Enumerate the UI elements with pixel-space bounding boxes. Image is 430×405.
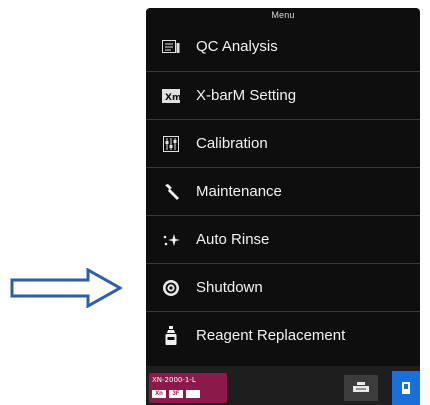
qc-analysis-icon <box>160 36 182 58</box>
menu-item-auto-rinse[interactable]: Auto Rinse <box>146 215 420 263</box>
calibration-icon <box>160 133 182 155</box>
status-chip-3f: 3F <box>169 390 183 398</box>
menu-item-label: X-barM Setting <box>196 87 297 104</box>
menu-item-label: Maintenance <box>196 183 282 200</box>
menu-item-label: QC Analysis <box>196 38 278 55</box>
reagent-bottle-icon <box>160 325 182 347</box>
menu-item-reagent-replacement[interactable]: Reagent Replacement <box>146 311 420 359</box>
printer-button[interactable] <box>344 375 378 401</box>
status-chip-xn: Xn <box>152 390 166 398</box>
power-icon <box>160 277 182 299</box>
menu-panel: Menu QC Analysis Xm X-barM Setting Calib… <box>146 8 420 366</box>
device-button[interactable] <box>392 371 420 405</box>
menu-item-calibration[interactable]: Calibration <box>146 119 420 167</box>
sparkle-icon <box>160 229 182 251</box>
pointer-arrow-icon <box>10 268 122 308</box>
device-icon <box>402 382 410 394</box>
analyzer-status-tile[interactable]: XN-2000-1-L Xn 3F <box>149 373 227 403</box>
wrench-icon <box>160 181 182 203</box>
menu-item-label: Shutdown <box>196 279 263 296</box>
svg-text:Xm: Xm <box>165 93 180 103</box>
xbarm-icon: Xm <box>160 85 182 107</box>
menu-item-label: Reagent Replacement <box>196 327 346 344</box>
printer-icon <box>353 382 369 392</box>
menu-item-qc-analysis[interactable]: QC Analysis <box>146 22 420 71</box>
menu-title: Menu <box>271 10 295 20</box>
status-chip-empty <box>186 390 200 398</box>
menu-item-maintenance[interactable]: Maintenance <box>146 167 420 215</box>
menu-item-label: Auto Rinse <box>196 231 270 248</box>
menu-item-xbarm-setting[interactable]: Xm X-barM Setting <box>146 71 420 119</box>
menu-item-label: Calibration <box>196 135 268 152</box>
menu-list: QC Analysis Xm X-barM Setting Calibratio… <box>146 22 420 359</box>
menu-item-shutdown[interactable]: Shutdown <box>146 263 420 311</box>
analyzer-label: XN-2000-1-L <box>152 376 196 384</box>
taskbar: XN-2000-1-L Xn 3F <box>146 366 420 405</box>
